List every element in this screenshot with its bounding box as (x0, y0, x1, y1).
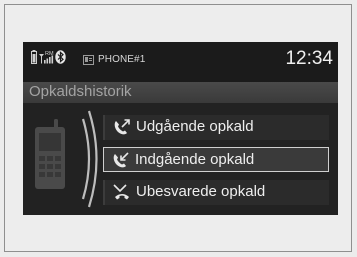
missed-call-icon (113, 184, 131, 206)
menu-item-outgoing-calls[interactable]: Udgående opkald (103, 115, 329, 140)
menu-item-missed-calls[interactable]: Ubesvarede opkald (103, 180, 329, 205)
call-history-menu: Udgående opkald Indgående opkald Ubesvar… (23, 103, 338, 215)
phone-name: PHONE#1 (98, 54, 146, 65)
menu-item-label: Ubesvarede opkald (136, 183, 266, 200)
bluetooth-icon (55, 50, 66, 69)
menu-item-incoming-calls[interactable]: Indgående opkald (103, 147, 329, 172)
battery-icon (31, 50, 37, 69)
mobile-phone-icon (31, 119, 69, 196)
title-bar: Opkaldshistorik (23, 82, 338, 103)
outgoing-call-icon (113, 119, 131, 141)
screen-title: Opkaldshistorik (29, 83, 132, 100)
status-bar: RM PHONE#1 12:34 (23, 42, 338, 82)
signal-waves-icon (81, 109, 99, 214)
page: RM PHONE#1 12:34 Opkaldshistorik Udgåend… (0, 0, 357, 257)
menu-item-label: Udgående opkald (136, 118, 254, 135)
incoming-call-icon (112, 152, 130, 174)
menu-item-label: Indgående opkald (135, 151, 255, 168)
clock: 12:34 (285, 48, 333, 69)
phone-card-icon (83, 53, 95, 71)
infotainment-screen: RM PHONE#1 12:34 Opkaldshistorik Udgåend… (23, 42, 338, 215)
signal-strength-icon: RM (39, 50, 54, 70)
